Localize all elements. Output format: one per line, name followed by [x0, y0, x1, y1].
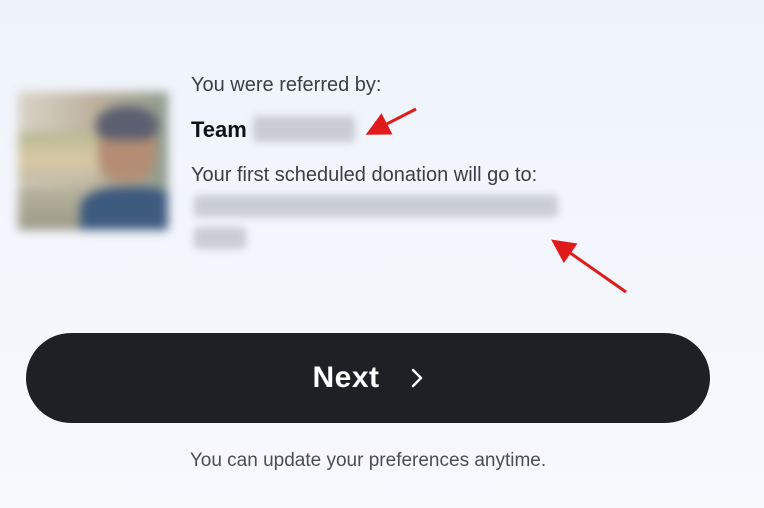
referrer-avatar: [18, 92, 168, 230]
team-name-redacted: [252, 116, 355, 143]
team-prefix: Team: [191, 117, 247, 142]
preferences-note: You can update your preferences anytime.: [189, 450, 547, 471]
annotation-arrow-recipient: [551, 239, 627, 294]
referring-team: Team: [191, 116, 355, 143]
recipient-name-redacted-line-2: [194, 227, 246, 249]
annotation-arrows: [365, 107, 627, 294]
referred-by-label: You were referred by:: [191, 74, 382, 96]
next-button[interactable]: Next: [26, 333, 710, 423]
donation-recipient-label: Your first scheduled donation will go to…: [191, 164, 538, 186]
chevron-right-icon: [411, 368, 422, 388]
recipient-name-redacted: [194, 195, 558, 217]
annotation-arrow-team: [365, 107, 417, 135]
next-button-label: Next: [312, 361, 380, 394]
